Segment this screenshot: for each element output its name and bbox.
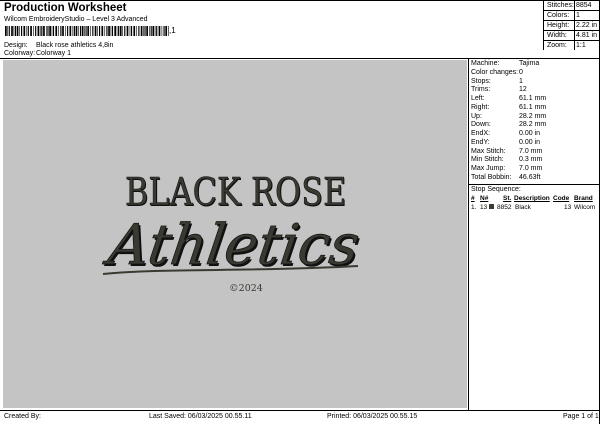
machine-label: Max Jump: [471, 165, 506, 172]
stat-label: Stitches: [547, 2, 574, 9]
machine-label: Up: [471, 112, 482, 120]
footer-printed: Printed: 06/03/2025 00.55.15 [327, 413, 418, 420]
machine-label: Right: [471, 103, 490, 111]
machine-label: Down: [471, 121, 491, 129]
software-name: Wilcom EmbroideryStudio – Level 3 Advanc… [4, 16, 148, 23]
stat-value: 1 [576, 12, 580, 19]
machine-value: 0.3 mm [519, 156, 543, 164]
col-st: St. [503, 195, 512, 202]
design-canvas[interactable]: BLACK ROSE BLACK ROSE Athletics Athletic… [3, 60, 467, 408]
machine-value: 0.00 in [519, 130, 541, 137]
colorway-value: Colorway 1 [36, 50, 72, 57]
machine-label: EndY: [471, 138, 490, 146]
machine-value: 0 [519, 68, 523, 76]
stop-sequence-title: Stop Sequence: [471, 186, 521, 193]
machine-label: Min Stitch: [471, 156, 504, 164]
footer-page: Page 1 of 1 [563, 413, 599, 420]
col-description: Description [514, 195, 550, 202]
design-value: Black rose athletics 4,8in [36, 42, 114, 49]
col-hash: # [471, 195, 475, 202]
machine-label: Trims: [471, 86, 491, 94]
machine-value: 28.2 mm [519, 112, 547, 120]
machine-label: Machine: [471, 60, 500, 67]
colorway-label: Colorway: [4, 50, 36, 57]
machine-value: 46.63ft [519, 173, 541, 181]
col-brand: Brand [574, 195, 593, 202]
machine-value: 0.00 in [519, 138, 541, 146]
barcode-suffix: ,1 [169, 26, 176, 35]
stat-label: Colors: [547, 12, 570, 19]
stat-value: 4.81 in [576, 32, 598, 39]
row-n: 13 [480, 204, 488, 211]
col-code: Code [553, 195, 570, 202]
machine-label: EndX: [471, 130, 491, 137]
row-hash: 1. [471, 204, 477, 211]
color-swatch [489, 204, 494, 209]
machine-value: 61.1 mm [519, 95, 547, 102]
stat-label: Zoom: [547, 42, 567, 49]
design-line1: BLACK ROSE [125, 170, 346, 214]
machine-label: Max Stitch: [471, 147, 506, 155]
machine-label: Total Bobbin: [471, 173, 512, 181]
machine-value: 61.1 mm [519, 103, 547, 111]
stat-label: Width: [547, 32, 567, 39]
machine-value: Tajima [519, 60, 540, 67]
machine-value: 7.0 mm [519, 165, 543, 172]
footer-last-saved: Last Saved: 06/03/2025 00.55.11 [149, 413, 252, 420]
machine-value: 7.0 mm [519, 147, 543, 155]
stat-value: 2.22 in [576, 22, 598, 29]
worksheet-title: Production Worksheet [4, 2, 127, 14]
design-label: Design: [4, 42, 28, 49]
design-copyright: ©2024 [229, 283, 263, 294]
machine-label: Left: [471, 95, 485, 102]
machine-value: 1 [519, 77, 523, 85]
row-description: Black [515, 204, 531, 211]
footer-created-by: Created By: [4, 413, 41, 420]
col-n: N# [480, 195, 489, 202]
machine-label: Stops: [471, 77, 491, 85]
barcode [5, 26, 169, 36]
machine-label: Color changes: [471, 68, 519, 76]
stat-value: 8854 [576, 2, 592, 9]
machine-value: 12 [519, 86, 527, 94]
embroidery-design: BLACK ROSE BLACK ROSE Athletics Athletic… [99, 170, 365, 294]
row-st: 8852 [497, 204, 512, 211]
machine-value: 28.2 mm [519, 121, 547, 129]
stat-value: 1:1 [576, 42, 586, 49]
row-code: 13 [564, 204, 572, 211]
row-brand: Wilcom [574, 204, 596, 211]
stat-label: Height: [547, 22, 570, 29]
